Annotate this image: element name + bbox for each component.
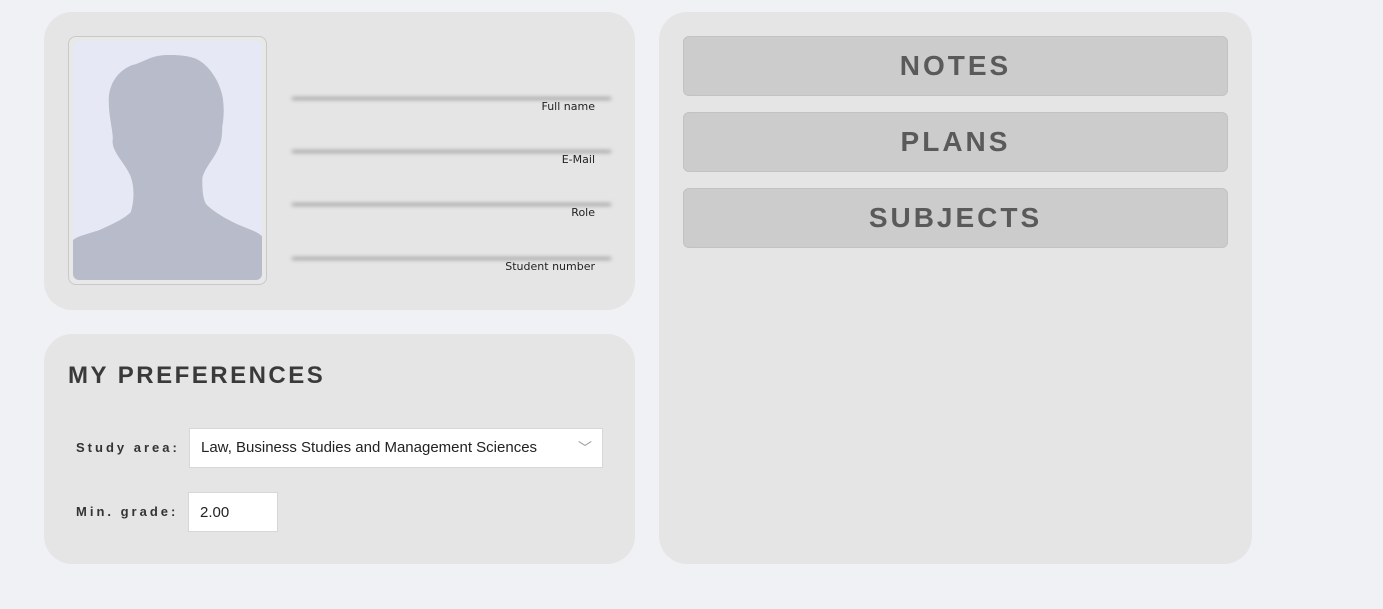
chevron-down-icon: ﹀ bbox=[578, 440, 592, 456]
plans-button[interactable]: PLANS bbox=[683, 112, 1228, 172]
avatar bbox=[73, 41, 262, 280]
preferences-card: MY PREFERENCES Study area: Law, Business… bbox=[44, 334, 635, 564]
student-number-field: Student number bbox=[292, 234, 611, 273]
study-area-value: Law, Business Studies and Management Sci… bbox=[201, 439, 538, 456]
navigation-card: NOTES PLANS SUBJECTS bbox=[659, 12, 1252, 564]
min-grade-input[interactable] bbox=[188, 492, 278, 532]
profile-photo[interactable] bbox=[68, 36, 267, 285]
subjects-button[interactable]: SUBJECTS bbox=[683, 188, 1228, 248]
min-grade-label: Min. grade: bbox=[76, 504, 179, 519]
study-area-select[interactable]: Law, Business Studies and Management Sci… bbox=[189, 428, 603, 468]
full-name-caption: Full name bbox=[541, 100, 595, 113]
role-caption: Role bbox=[571, 206, 595, 219]
profile-card: Full name E-Mail Role Student number bbox=[44, 12, 635, 310]
email-caption: E-Mail bbox=[561, 153, 595, 166]
study-area-label: Study area: bbox=[76, 440, 180, 455]
student-number-caption: Student number bbox=[505, 260, 595, 273]
role-field: Role bbox=[292, 180, 611, 219]
student-number-value bbox=[292, 234, 611, 259]
email-value bbox=[292, 127, 611, 152]
role-value bbox=[292, 180, 611, 205]
avatar-placeholder-icon bbox=[73, 41, 262, 280]
notes-button[interactable]: NOTES bbox=[683, 36, 1228, 96]
full-name-value bbox=[292, 74, 611, 99]
full-name-field: Full name bbox=[292, 74, 611, 113]
preferences-title: MY PREFERENCES bbox=[68, 362, 326, 389]
email-field: E-Mail bbox=[292, 127, 611, 166]
